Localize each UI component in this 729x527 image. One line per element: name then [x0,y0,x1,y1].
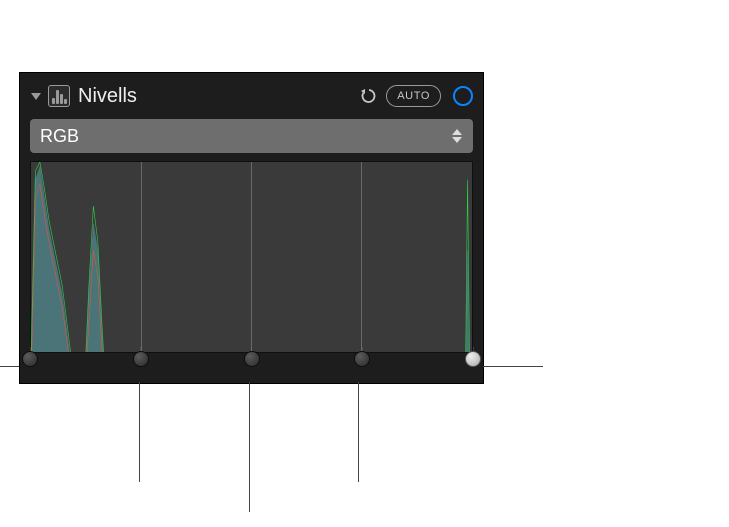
gridline [251,162,252,352]
histogram [30,161,473,353]
handle-highlights[interactable] [354,351,370,367]
callout-line [358,382,359,482]
panel-header: Nivells AUTO [30,79,473,113]
stepper-icon [451,129,463,143]
auto-button[interactable]: AUTO [386,85,441,107]
channel-select-label: RGB [40,126,79,147]
channel-select[interactable]: RGB [30,119,473,153]
reset-button[interactable] [358,85,380,107]
levels-panel: Nivells AUTO RGB [19,72,484,384]
enable-toggle[interactable] [453,86,473,106]
levels-icon [48,85,70,107]
callout-line [483,366,543,367]
handle-black-point[interactable] [22,351,38,367]
callout-line [139,382,140,482]
gridline [141,162,142,352]
auto-button-label: AUTO [397,90,430,102]
handle-shadows[interactable] [133,351,149,367]
panel-title: Nivells [76,85,352,108]
callout-line [0,366,19,367]
disclosure-triangle-icon[interactable] [30,90,42,102]
callout-line [249,382,250,512]
handles-track [30,353,473,383]
gridline [361,162,362,352]
handle-midtones[interactable] [244,351,260,367]
handle-white-point[interactable] [465,351,481,367]
channel-row: RGB [30,119,473,153]
